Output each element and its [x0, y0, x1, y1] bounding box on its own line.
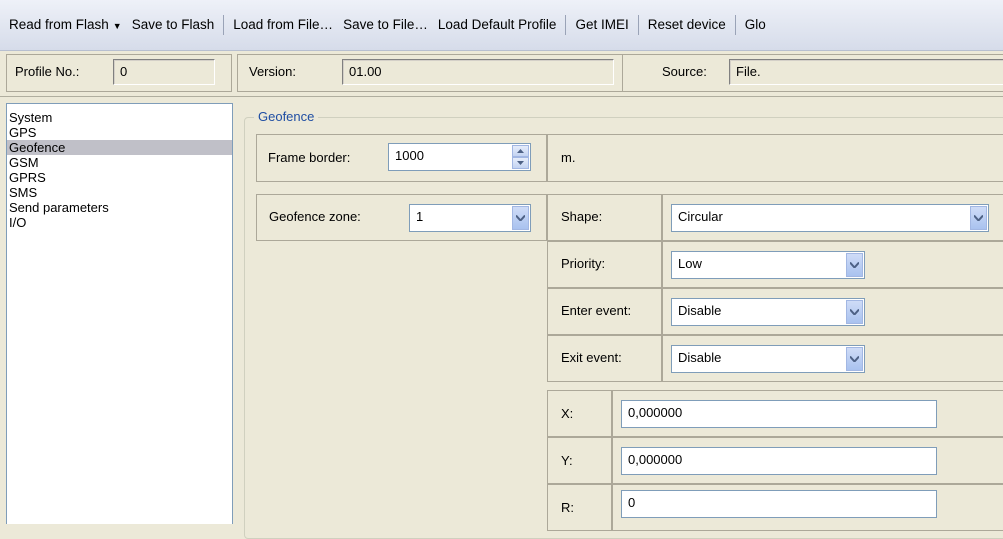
reset-device-button[interactable]: Reset device [643, 14, 731, 36]
geofence-zone-select[interactable]: 1 [409, 204, 531, 232]
shape-label: Shape: [561, 209, 603, 224]
toolbar-separator [223, 15, 225, 35]
x-value-cell: 0,000000 [612, 390, 1003, 437]
list-item-geofence[interactable]: Geofence [7, 140, 232, 155]
priority-label: Priority: [561, 256, 606, 271]
priority-label-cell: Priority: [547, 241, 662, 288]
settings-category-list: System GPS Geofence GSM GPRS SMS Send pa… [6, 103, 233, 524]
radius-input[interactable]: 0 [621, 490, 937, 518]
enter-event-label: Enter event: [561, 303, 632, 318]
chevron-down-icon[interactable] [846, 253, 863, 277]
profile-no-label: Profile No.: [15, 64, 80, 79]
list-item-gprs[interactable]: GPRS [7, 170, 232, 185]
chevron-down-icon[interactable] [512, 206, 529, 230]
list-item-system[interactable]: System [7, 110, 232, 125]
chevron-down-icon[interactable] [970, 206, 987, 230]
dropdown-arrow-icon: ▼ [112, 21, 122, 31]
list-item-io[interactable]: I/O [7, 215, 232, 230]
list-item-sms[interactable]: SMS [7, 185, 232, 200]
list-item-gsm[interactable]: GSM [7, 155, 232, 170]
chevron-down-icon[interactable] [846, 347, 863, 371]
load-default-profile-button[interactable]: Load Default Profile [433, 14, 562, 36]
y-label: Y: [561, 453, 573, 468]
read-from-flash-label: Read from Flash [9, 17, 109, 32]
save-to-flash-button[interactable]: Save to Flash [127, 14, 220, 36]
list-item-send-parameters[interactable]: Send parameters [7, 200, 232, 215]
exit-event-label: Exit event: [561, 350, 622, 365]
exit-event-value: Disable [678, 350, 722, 365]
frame-border-unit: m. [561, 150, 576, 165]
toolbar-separator [565, 15, 567, 35]
load-from-file-button[interactable]: Load from File… [228, 14, 338, 36]
priority-select[interactable]: Low [671, 251, 865, 279]
spin-down-icon[interactable] [512, 157, 529, 169]
enter-event-select[interactable]: Disable [671, 298, 865, 326]
x-label-cell: X: [547, 390, 612, 437]
enter-event-value-cell: Disable [662, 288, 1003, 335]
enter-event-label-cell: Enter event: [547, 288, 662, 335]
read-from-flash-button[interactable]: Read from Flash ▼ [4, 14, 127, 36]
spin-up-icon[interactable] [512, 145, 529, 157]
source-label: Source: [662, 64, 707, 79]
y-label-cell: Y: [547, 437, 612, 484]
geofence-zone-cell: Geofence zone: 1 [256, 194, 547, 241]
version-label: Version: [249, 64, 296, 79]
toolbar-separator [734, 15, 736, 35]
geofence-group-title: Geofence [254, 109, 319, 124]
enter-event-value: Disable [678, 303, 722, 318]
version-field: 01.00 [342, 59, 614, 85]
profile-no-field: 0 [113, 59, 215, 85]
priority-value: Low [678, 256, 702, 271]
version-cell: Version: 01.00 [237, 54, 623, 92]
y-coordinate-input[interactable]: 0,000000 [621, 447, 937, 475]
geofence-zone-value: 1 [416, 209, 424, 224]
exit-event-select[interactable]: Disable [671, 345, 865, 373]
x-coordinate-input[interactable]: 0,000000 [621, 400, 937, 428]
frame-border-cell: Frame border: 1000 [256, 134, 547, 182]
r-label: R: [561, 500, 574, 515]
exit-event-label-cell: Exit event: [547, 335, 662, 382]
shape-value: Circular [678, 209, 723, 224]
source-cell: Source: File. [622, 54, 1003, 92]
splitter[interactable] [236, 98, 238, 524]
toolbar: Read from Flash ▼ Save to Flash Load from… [0, 0, 1003, 51]
frame-border-value: 1000 [395, 148, 424, 163]
save-to-file-button[interactable]: Save to File… [338, 14, 433, 36]
spin-buttons [512, 145, 529, 169]
frame-border-spinner[interactable]: 1000 [388, 143, 531, 171]
source-field: File. [729, 59, 1003, 85]
profile-cell: Profile No.: 0 [6, 54, 232, 92]
exit-event-value-cell: Disable [662, 335, 1003, 382]
x-label: X: [561, 406, 574, 421]
y-value-cell: 0,000000 [612, 437, 1003, 484]
toolbar-separator [637, 15, 639, 35]
geofence-zone-label: Geofence zone: [269, 209, 361, 224]
priority-value-cell: Low [662, 241, 1003, 288]
frame-border-unit-cell: m. [547, 134, 1003, 182]
profile-info-row: Profile No.: 0 Version: 01.00 Source: Fi… [0, 50, 1003, 97]
get-imei-button[interactable]: Get IMEI [570, 14, 633, 36]
chevron-down-icon[interactable] [846, 300, 863, 324]
list-item-gps[interactable]: GPS [7, 125, 232, 140]
global-button[interactable]: Glo [740, 14, 771, 36]
frame-border-label: Frame border: [268, 150, 351, 165]
shape-label-cell: Shape: [547, 194, 662, 241]
shape-select[interactable]: Circular [671, 204, 989, 232]
shape-value-cell: Circular [662, 194, 1003, 241]
